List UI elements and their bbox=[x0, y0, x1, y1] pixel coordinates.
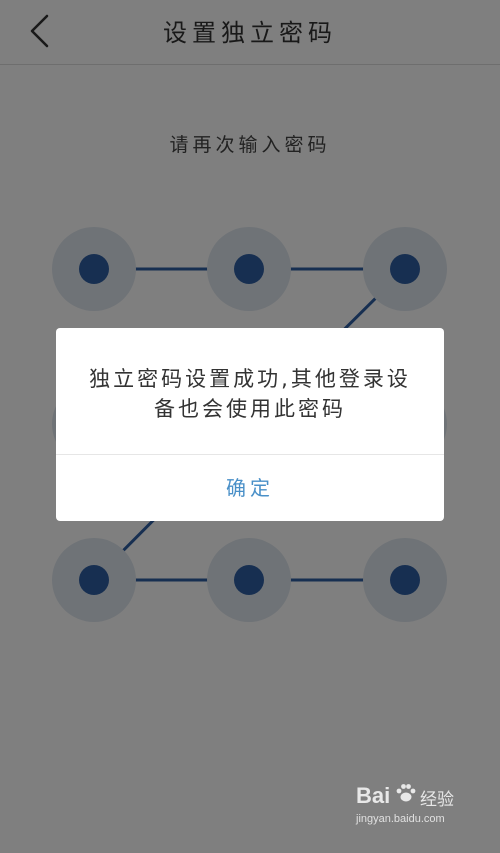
watermark-brand: Bai bbox=[356, 783, 391, 808]
dialog-message: 独立密码设置成功,其他登录设 备也会使用此密码 bbox=[78, 364, 422, 424]
success-dialog: 独立密码设置成功,其他登录设 备也会使用此密码 确定 bbox=[56, 328, 444, 521]
paw-icon bbox=[396, 784, 416, 802]
dialog-message-line-2: 备也会使用此密码 bbox=[154, 397, 346, 421]
app-screen: 设置独立密码 请再次输入密码 独立密码设置成功,其他登录设 备也会使用此密码 确… bbox=[0, 0, 500, 853]
baidu-jingyan-watermark: Bai 经验 jingyan.baidu.com bbox=[356, 783, 476, 833]
confirm-button[interactable]: 确定 bbox=[56, 455, 444, 521]
watermark-url: jingyan.baidu.com bbox=[356, 813, 445, 825]
watermark-product: 经验 bbox=[420, 790, 454, 810]
dialog-message-line-1: 独立密码设置成功,其他登录设 bbox=[89, 367, 411, 391]
